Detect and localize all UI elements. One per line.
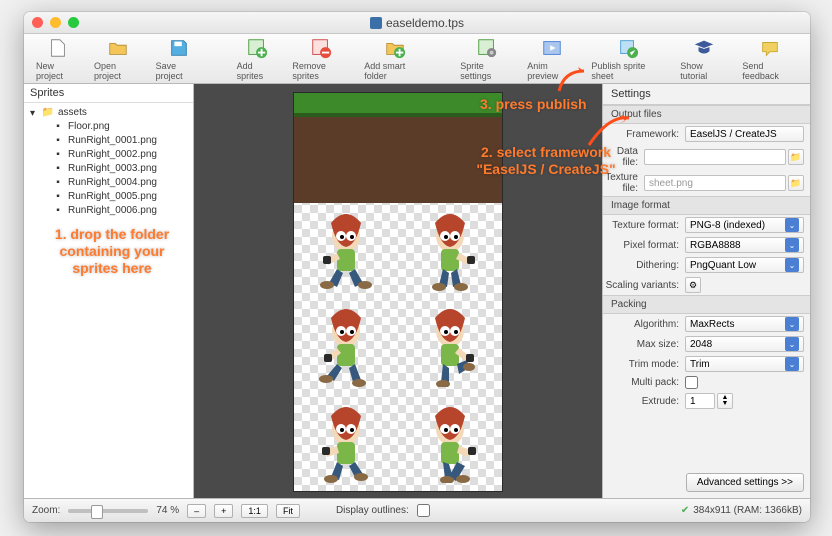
- preview-canvas[interactable]: [194, 84, 602, 498]
- file-row[interactable]: ▪RunRight_0002.png: [24, 147, 193, 161]
- file-row[interactable]: ▪RunRight_0003.png: [24, 161, 193, 175]
- folder-row[interactable]: ▾ 📁 assets: [24, 105, 193, 119]
- sprite-settings-button[interactable]: Sprite settings: [454, 37, 519, 81]
- add-smart-folder-button[interactable]: Add smart folder: [358, 37, 431, 81]
- zoom-fit-button[interactable]: Fit: [276, 504, 300, 518]
- zoom-label: Zoom:: [32, 505, 60, 516]
- app-icon: [370, 17, 382, 29]
- advanced-settings-button[interactable]: Advanced settings >>: [686, 473, 804, 492]
- image-icon: ▪: [52, 204, 64, 216]
- image-icon: ▪: [52, 190, 64, 202]
- app-window: easeldemo.tps New project Open project S…: [24, 12, 810, 522]
- zoom-1to1-button[interactable]: 1:1: [241, 504, 268, 518]
- datafile-input[interactable]: [644, 149, 786, 165]
- dithering-select[interactable]: PngQuant Low⌄: [685, 257, 804, 273]
- algorithm-select[interactable]: MaxRects⌄: [685, 316, 804, 332]
- zoom-slider[interactable]: [68, 509, 148, 513]
- texture-format-select[interactable]: PNG-8 (indexed)⌄: [685, 217, 804, 233]
- image-section: Image format: [603, 196, 810, 215]
- display-outlines-checkbox[interactable]: [417, 504, 430, 517]
- framework-select[interactable]: EaselJS / CreateJS: [685, 126, 804, 142]
- sprites-panel: Sprites ▾ 📁 assets ▪Floor.png ▪RunRight_…: [24, 84, 194, 498]
- file-row[interactable]: ▪RunRight_0004.png: [24, 175, 193, 189]
- floor-sprite: [294, 93, 502, 203]
- file-row[interactable]: ▪RunRight_0001.png: [24, 133, 193, 147]
- statusbar: Zoom: 74 % ‒ + 1:1 Fit Display outlines:…: [24, 498, 810, 522]
- open-project-button[interactable]: Open project: [88, 37, 148, 81]
- texturefile-browse-button[interactable]: 📁: [788, 175, 804, 191]
- sprite-tree[interactable]: ▾ 📁 assets ▪Floor.png ▪RunRight_0001.png…: [24, 103, 193, 498]
- image-icon: ▪: [52, 134, 64, 146]
- settings-panel: Settings Output files Framework:EaselJS …: [602, 84, 810, 498]
- anim-preview-button[interactable]: Anim preview: [521, 37, 583, 81]
- folder-icon: 📁: [42, 106, 54, 118]
- image-icon: ▪: [52, 162, 64, 174]
- status-info: 384x911 (RAM: 1366kB): [693, 505, 802, 516]
- texture-atlas: [293, 92, 503, 492]
- new-project-button[interactable]: New project: [30, 37, 86, 81]
- status-ok-icon: ✔: [681, 505, 689, 516]
- save-project-button[interactable]: Save project: [150, 37, 208, 81]
- add-sprites-button[interactable]: Add sprites: [231, 37, 285, 81]
- zoom-percent: 74 %: [156, 505, 179, 516]
- remove-sprites-button[interactable]: Remove sprites: [286, 37, 356, 81]
- extrude-stepper[interactable]: ▲▼: [717, 393, 733, 409]
- image-icon: ▪: [52, 120, 64, 132]
- minimize-window-button[interactable]: [50, 17, 61, 28]
- image-icon: ▪: [52, 176, 64, 188]
- show-tutorial-button[interactable]: Show tutorial: [674, 37, 734, 81]
- close-window-button[interactable]: [32, 17, 43, 28]
- multipack-checkbox[interactable]: [685, 376, 698, 389]
- datafile-browse-button[interactable]: 📁: [788, 149, 804, 165]
- display-outlines-label: Display outlines:: [336, 505, 409, 516]
- zoom-out-button[interactable]: ‒: [187, 504, 206, 518]
- zoom-window-button[interactable]: [68, 17, 79, 28]
- maxsize-select[interactable]: 2048⌄: [685, 336, 804, 352]
- toolbar: New project Open project Save project Ad…: [24, 34, 810, 84]
- titlebar: easeldemo.tps: [24, 12, 810, 34]
- extrude-input[interactable]: [685, 393, 715, 409]
- file-row[interactable]: ▪Floor.png: [24, 119, 193, 133]
- image-icon: ▪: [52, 148, 64, 160]
- send-feedback-button[interactable]: Send feedback: [736, 37, 804, 81]
- settings-heading: Settings: [603, 84, 810, 105]
- pixel-format-select[interactable]: RGBA8888⌄: [685, 237, 804, 253]
- trimmode-select[interactable]: Trim⌄: [685, 356, 804, 372]
- publish-button[interactable]: Publish sprite sheet: [585, 37, 670, 81]
- zoom-in-button[interactable]: +: [214, 504, 233, 518]
- window-title: easeldemo.tps: [386, 16, 464, 30]
- sprites-heading: Sprites: [24, 84, 193, 103]
- output-section: Output files: [603, 105, 810, 124]
- file-row[interactable]: ▪RunRight_0005.png: [24, 189, 193, 203]
- packing-section: Packing: [603, 295, 810, 314]
- file-row[interactable]: ▪RunRight_0006.png: [24, 203, 193, 217]
- scaling-variants-button[interactable]: ⚙: [685, 277, 701, 293]
- texturefile-input[interactable]: [644, 175, 786, 191]
